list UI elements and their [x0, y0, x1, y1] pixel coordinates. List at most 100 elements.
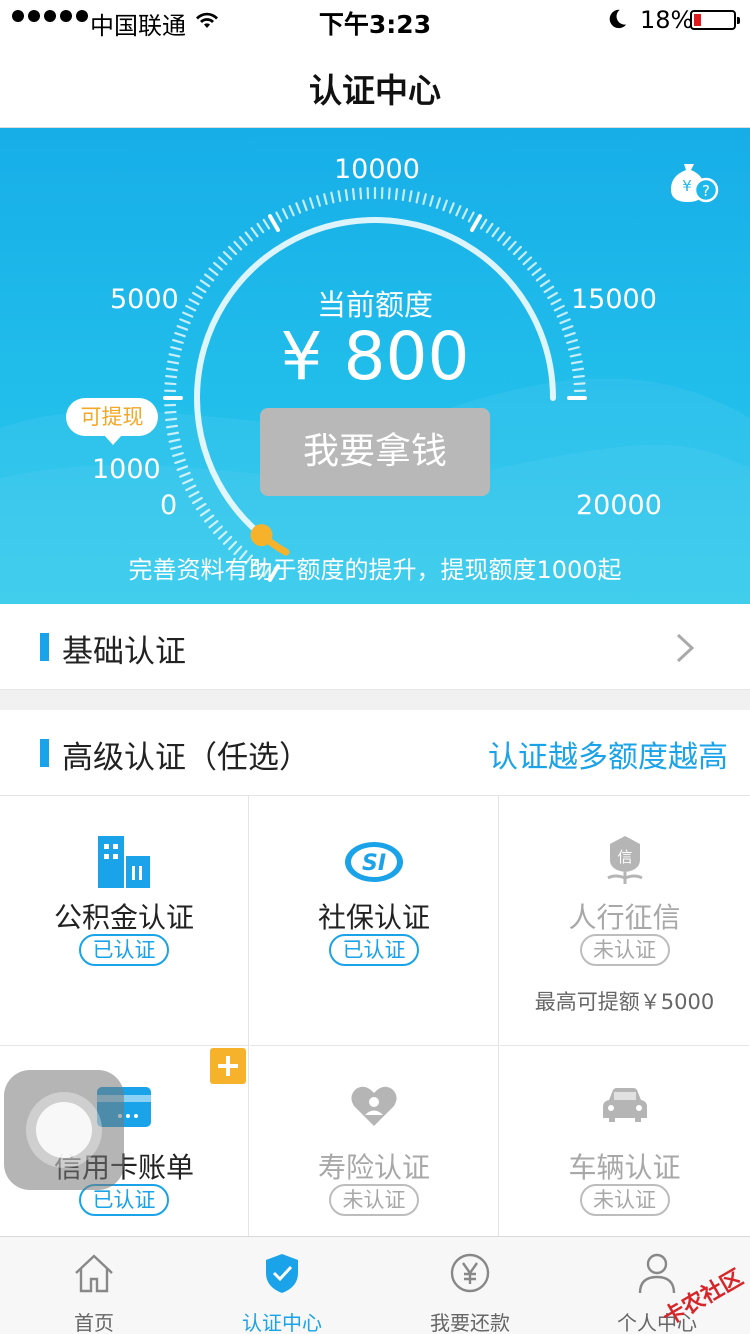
section-marker	[40, 633, 49, 661]
gauge-minor-tick	[309, 197, 315, 209]
gauge-minor-tick	[467, 211, 475, 223]
gauge-minor-tick	[281, 208, 289, 220]
cert-label: 公积金认证	[53, 901, 194, 934]
gauge-minor-tick	[401, 188, 406, 202]
gauge-minor-tick	[238, 236, 248, 246]
gauge-tick-0: 0	[160, 490, 178, 521]
gauge-minor-tick	[394, 188, 399, 201]
cert-item-social-security[interactable]: SI 社保认证 已认证	[250, 796, 499, 1046]
status-badge: 未认证	[329, 1184, 419, 1216]
heart-person-icon	[351, 1086, 397, 1126]
gauge-minor-tick	[233, 240, 243, 251]
gauge-major-tick	[470, 214, 482, 232]
gauge-minor-tick	[522, 256, 533, 266]
battery-icon	[690, 10, 740, 30]
cert-item-credit-report[interactable]: 信 人行征信 未认证 最高可提额￥5000	[500, 796, 749, 1046]
tab-certification[interactable]: 认证中心	[188, 1237, 376, 1334]
svg-text:SI: SI	[362, 851, 386, 876]
basic-certification-row[interactable]: 基础认证	[0, 604, 750, 690]
gauge-minor-tick	[330, 191, 335, 204]
svg-text:?: ?	[702, 182, 710, 200]
cert-item-vehicle[interactable]: 车辆认证 未认证	[500, 1046, 749, 1236]
gauge-minor-tick	[316, 195, 321, 207]
gauge-minor-tick	[502, 236, 512, 246]
cert-item-life-insurance[interactable]: 寿险认证 未认证	[250, 1046, 499, 1236]
svg-text:¥: ¥	[682, 177, 692, 195]
gauge-minor-tick	[262, 218, 271, 230]
gauge-minor-tick	[323, 193, 328, 206]
gauge-minor-tick	[512, 245, 522, 256]
credit-gauge-panel: 10000 5000 15000 1000 0 20000 ¥ ? 当前额度 ¥…	[0, 128, 750, 604]
moon-icon	[609, 9, 627, 29]
page-title: 认证中心	[309, 71, 441, 110]
advanced-certification-label: 高级认证（任选）	[62, 740, 310, 776]
yen-circle-icon	[450, 1253, 490, 1293]
advanced-certification-header: 高级认证（任选） 认证越多额度越高	[0, 710, 750, 796]
cert-label: 车辆认证	[568, 1151, 681, 1184]
gauge-minor-tick	[228, 245, 238, 256]
cert-label: 寿险认证	[317, 1151, 430, 1184]
gauge-minor-tick	[535, 273, 546, 282]
money-bag-question-icon[interactable]: ¥ ?	[666, 158, 722, 206]
gauge-minor-tick	[165, 424, 179, 429]
gauge-minor-tick	[351, 188, 356, 201]
gauge-minor-tick	[485, 222, 494, 234]
gauge-tick-10000: 10000	[334, 154, 420, 185]
gauge-minor-tick	[517, 251, 528, 261]
gauge-minor-tick	[442, 199, 448, 212]
status-badge: 已认证	[79, 934, 169, 966]
gauge-minor-tick	[359, 187, 363, 200]
status-badge: 已认证	[329, 934, 419, 966]
cert-label: 人行征信	[568, 901, 681, 934]
building-icon	[98, 836, 150, 888]
gauge-minor-tick	[295, 202, 302, 214]
advanced-certification-slogan: 认证越多额度越高	[488, 740, 728, 775]
basic-certification-label: 基础认证	[62, 634, 186, 670]
assistive-touch-button[interactable]	[4, 1070, 124, 1190]
gauge-minor-tick	[507, 240, 517, 251]
gauge-minor-tick	[208, 267, 219, 276]
withdrawable-tip: 可提现	[66, 398, 158, 445]
plus-icon[interactable]	[210, 1048, 246, 1084]
gauge-minor-tick	[455, 205, 462, 217]
tab-label: 认证中心	[242, 1311, 322, 1334]
gauge-minor-tick	[461, 208, 469, 220]
cert-item-housing-fund[interactable]: 公积金认证 已认证	[0, 796, 249, 1046]
gauge-minor-tick	[244, 231, 253, 242]
current-limit-amount: ¥ 800	[280, 318, 470, 395]
withdraw-button[interactable]: 我要拿钱	[260, 408, 490, 496]
clock: 下午3:23	[318, 10, 432, 39]
gauge-tick-1000: 1000	[92, 454, 161, 485]
gauge-minor-tick	[213, 261, 223, 271]
home-icon	[75, 1254, 113, 1293]
tab-home[interactable]: 首页	[0, 1237, 188, 1334]
gauge-minor-tick	[415, 191, 420, 204]
gauge-tick-20000: 20000	[576, 490, 662, 521]
tab-repay[interactable]: 我要还款	[376, 1237, 564, 1334]
max-raise-note: 最高可提额￥5000	[534, 990, 715, 1014]
limit-hint: 完善资料有助于额度的提升，提现额度1000起	[128, 556, 622, 584]
gauge-minor-tick	[497, 231, 506, 242]
gauge-minor-tick	[422, 193, 427, 206]
section-marker	[40, 739, 49, 767]
gauge-major-tick	[268, 214, 280, 232]
gauge-minor-tick	[217, 256, 228, 266]
status-badge: 未认证	[579, 1184, 670, 1216]
gauge-minor-tick	[204, 273, 215, 282]
social-security-icon: SI	[345, 842, 403, 882]
gauge-minor-tick	[527, 261, 537, 271]
watermark: 卡农社区	[640, 1236, 750, 1334]
nav-bar: 认证中心	[0, 40, 750, 128]
gauge-minor-tick	[275, 211, 283, 223]
cert-label: 社保认证	[317, 901, 430, 934]
gauge-minor-tick	[256, 222, 265, 234]
gauge-minor-tick	[435, 197, 441, 209]
tab-bar: 首页 认证中心 我要还款 个人中心	[0, 1236, 750, 1334]
gauge-minor-tick	[344, 188, 349, 202]
chevron-right-icon	[676, 633, 695, 663]
credit-flower-icon: 信	[606, 836, 643, 884]
gauge-minor-tick	[448, 202, 455, 214]
gauge-knob	[250, 524, 273, 547]
shield-check-icon	[266, 1254, 298, 1293]
car-icon	[602, 1088, 647, 1122]
